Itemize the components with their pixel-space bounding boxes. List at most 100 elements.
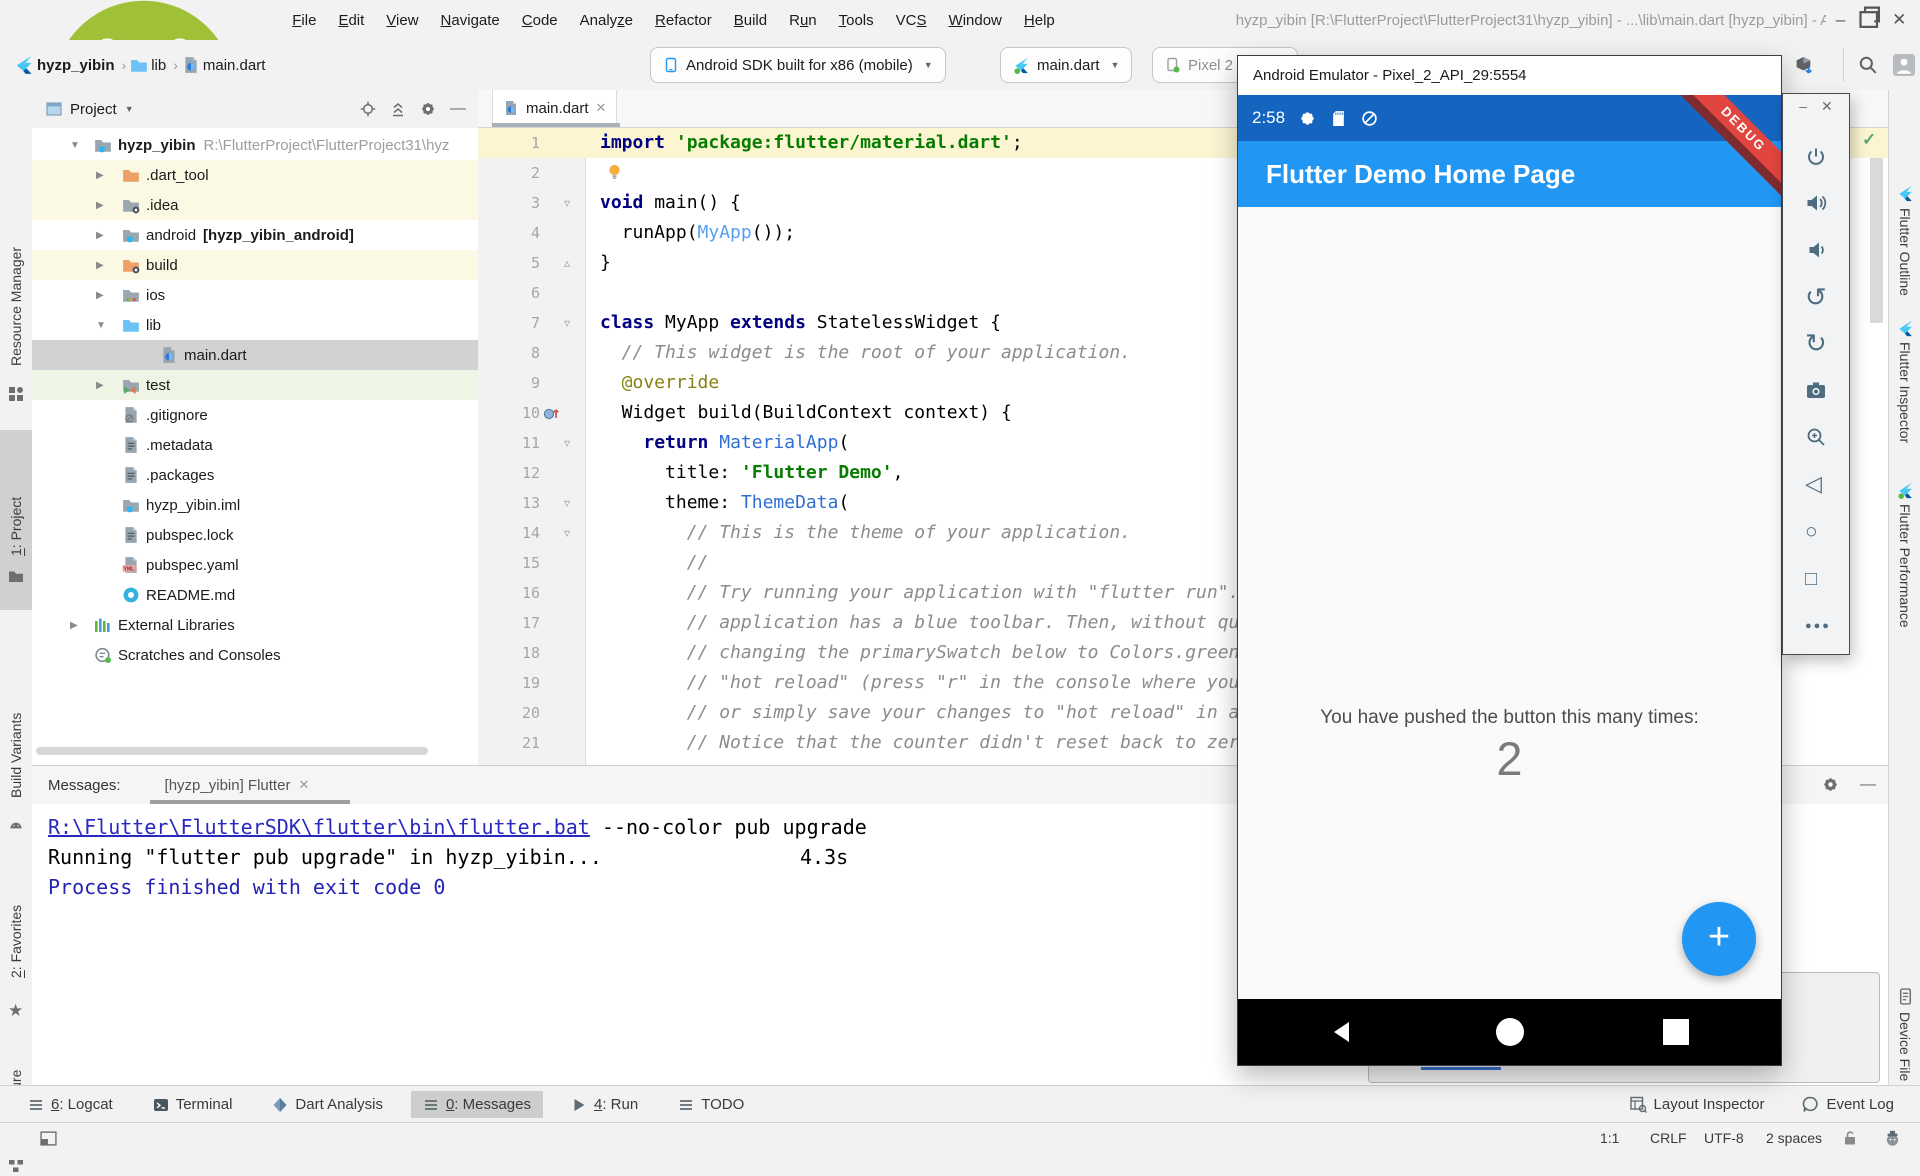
tree-item-main.dart[interactable]: main.dart bbox=[32, 340, 478, 370]
toolwindow-button-4-run[interactable]: 4: Run bbox=[559, 1091, 650, 1118]
menu-navigate[interactable]: Navigate bbox=[430, 12, 511, 29]
emulator-volume-down-button[interactable] bbox=[1783, 239, 1849, 261]
tree-item-.dart-tool[interactable]: ▶.dart_tool bbox=[32, 160, 478, 190]
expand-arrow-icon[interactable]: ▶ bbox=[70, 620, 78, 631]
tree-item-pubspec.lock[interactable]: pubspec.lock bbox=[32, 520, 478, 550]
emulator-rotate-left-button[interactable]: ↺ bbox=[1783, 286, 1849, 308]
menu-edit[interactable]: Edit bbox=[327, 12, 375, 29]
breadcrumb-folder[interactable]: lib bbox=[151, 57, 166, 74]
menu-build[interactable]: Build bbox=[723, 12, 778, 29]
tool-strip-1-project[interactable]: 1: Project bbox=[0, 440, 32, 556]
emulator-rotate-right-button[interactable]: ↻ bbox=[1783, 332, 1849, 354]
tool-strip-build-variants[interactable]: Build Variants bbox=[0, 698, 32, 798]
close-icon[interactable]: ✕ bbox=[596, 100, 607, 116]
fab-increment-button[interactable]: + bbox=[1682, 902, 1756, 976]
emulator-close-button[interactable]: ✕ bbox=[1821, 98, 1833, 115]
emulator-minimize-button[interactable]: – bbox=[1799, 98, 1807, 115]
tree-item-.packages[interactable]: .packages bbox=[32, 460, 478, 490]
popup-link-fragment[interactable] bbox=[1421, 1067, 1501, 1070]
window-maximize-button[interactable] bbox=[1855, 3, 1884, 37]
console-link[interactable]: R:\Flutter\FlutterSDK\flutter\bin\flutte… bbox=[48, 815, 590, 839]
fold-marker-icon[interactable]: ▿ bbox=[564, 428, 570, 458]
status-2-spaces[interactable]: 2 spaces bbox=[1766, 1130, 1822, 1146]
project-panel-title[interactable]: Project bbox=[70, 101, 117, 118]
tree-item-pubspec.yaml[interactable]: YMLpubspec.yaml bbox=[32, 550, 478, 580]
tab-main-dart[interactable]: main.dart ✕ bbox=[492, 90, 617, 126]
menu-tools[interactable]: Tools bbox=[828, 12, 885, 29]
messages-flutter-tab[interactable]: [hyzp_yibin] Flutter ✕ bbox=[165, 777, 310, 794]
expand-arrow-icon[interactable]: ▶ bbox=[96, 380, 104, 391]
fold-marker-icon[interactable]: ▿ bbox=[564, 188, 570, 218]
gear-icon[interactable] bbox=[1822, 776, 1839, 793]
window-close-button[interactable]: ✕ bbox=[1885, 10, 1914, 30]
expand-arrow-icon[interactable]: ▶ bbox=[96, 200, 104, 211]
tree-item-build[interactable]: ▶"100%">ight="100%">build bbox=[32, 250, 478, 280]
gear-icon[interactable] bbox=[420, 101, 436, 117]
device-selector-dropdown[interactable]: Android SDK built for x86 (mobile) ▼ bbox=[650, 47, 946, 83]
sdk-manager-icon[interactable] bbox=[1795, 56, 1814, 75]
expand-arrow-icon[interactable]: ▶ bbox=[96, 290, 104, 301]
tool-strip-2-favorites[interactable]: 2: Favorites bbox=[0, 878, 32, 978]
emulator-back-button[interactable]: ◁ bbox=[1783, 473, 1849, 495]
menu-file[interactable]: File bbox=[281, 12, 327, 29]
tree-item-readme.md[interactable]: README.md bbox=[32, 580, 478, 610]
expand-arrow-icon[interactable]: ▶ bbox=[96, 260, 104, 271]
tool-strip-flutter-inspector[interactable]: Flutter Inspector bbox=[1889, 342, 1920, 470]
search-icon[interactable] bbox=[1858, 55, 1878, 75]
hide-panel-icon[interactable]: — bbox=[1860, 776, 1876, 794]
breadcrumb-project[interactable]: hyzp_yibin bbox=[37, 57, 115, 74]
toolwindow-button-6-logcat[interactable]: 6: Logcat bbox=[16, 1091, 125, 1118]
tool-strip-flutter-outline[interactable]: Flutter Outline bbox=[1889, 208, 1920, 308]
emulator-zoom-button[interactable] bbox=[1783, 426, 1849, 448]
tool-strip-resource-manager[interactable]: Resource Manager bbox=[0, 194, 32, 366]
menu-analyze[interactable]: Analyze bbox=[569, 12, 644, 29]
toolwindow-button-dart-analysis[interactable]: Dart Analysis bbox=[260, 1091, 395, 1118]
tree-item-.metadata[interactable]: .metadata bbox=[32, 430, 478, 460]
emulator-screenshot-button[interactable] bbox=[1783, 379, 1849, 401]
tree-item-hyzp-yibin[interactable]: ▼"100%">hyzp_yibinR:\FlutterProject\Flut… bbox=[32, 130, 478, 160]
toolwindow-button-terminal[interactable]: Terminal bbox=[141, 1091, 245, 1118]
avatar[interactable] bbox=[1893, 54, 1915, 76]
menu-vcs[interactable]: VCS bbox=[885, 12, 938, 29]
fold-marker-icon[interactable]: ▵ bbox=[564, 248, 570, 278]
emulator-title-bar[interactable]: Android Emulator - Pixel_2_API_29:5554 bbox=[1238, 56, 1781, 95]
emulator-overview-button[interactable]: □ bbox=[1783, 568, 1849, 590]
nav-home-icon[interactable] bbox=[1496, 1018, 1524, 1046]
inspection-ok-icon[interactable]: ✓ bbox=[1862, 130, 1876, 150]
status-1-1[interactable]: 1:1 bbox=[1600, 1130, 1619, 1146]
tree-item-test[interactable]: ▶"100%">test bbox=[32, 370, 478, 400]
status-crlf[interactable]: CRLF bbox=[1650, 1130, 1687, 1146]
run-config-dropdown[interactable]: main.dart ▼ bbox=[1000, 47, 1132, 83]
tree-item-external-libraries[interactable]: ▶External Libraries bbox=[32, 610, 478, 640]
intention-bulb-icon[interactable] bbox=[606, 163, 623, 180]
tool-strip-flutter-performance[interactable]: Flutter Performance bbox=[1889, 504, 1920, 646]
statusbar-button-layout-inspector[interactable]: Layout Inspector bbox=[1618, 1091, 1777, 1118]
menu-code[interactable]: Code bbox=[511, 12, 569, 29]
tree-item-.gitignore[interactable]: .gitignore bbox=[32, 400, 478, 430]
menu-refactor[interactable]: Refactor bbox=[644, 12, 723, 29]
emulator-volume-up-button[interactable] bbox=[1783, 192, 1849, 214]
collapse-arrow-icon[interactable]: ▼ bbox=[70, 140, 80, 151]
status-utf-8[interactable]: UTF-8 bbox=[1704, 1130, 1744, 1146]
tree-item-ios[interactable]: ▶"100%">ios bbox=[32, 280, 478, 310]
window-minimize-button[interactable]: – bbox=[1826, 10, 1855, 30]
toolwindow-button-todo[interactable]: TODO bbox=[666, 1091, 756, 1118]
menu-view[interactable]: View bbox=[375, 12, 429, 29]
menu-help[interactable]: Help bbox=[1013, 12, 1066, 29]
locate-file-icon[interactable] bbox=[360, 101, 376, 117]
nav-overview-icon[interactable] bbox=[1663, 1019, 1689, 1045]
collapse-arrow-icon[interactable]: ▼ bbox=[96, 320, 106, 331]
tree-item-.idea[interactable]: ▶"100%">ight="100%">.idea bbox=[32, 190, 478, 220]
inspections-hector-icon[interactable] bbox=[1884, 1130, 1901, 1147]
toolwindow-button-0-messages[interactable]: 0: Messages bbox=[411, 1091, 543, 1118]
collapse-all-icon[interactable] bbox=[390, 101, 406, 117]
tree-item-scratches-and-consoles[interactable]: Scratches and Consoles bbox=[32, 640, 478, 670]
emulator-power-button[interactable] bbox=[1783, 146, 1849, 168]
tree-item-android[interactable]: ▶"100%">android[hyzp_yibin_android] bbox=[32, 220, 478, 250]
breadcrumb-file[interactable]: main.dart bbox=[203, 57, 266, 74]
tool-window-toggle-icon[interactable] bbox=[40, 1130, 57, 1147]
emulator-home-button[interactable]: ○ bbox=[1783, 521, 1849, 543]
tree-item-lib[interactable]: ▼lib bbox=[32, 310, 478, 340]
hide-panel-icon[interactable]: — bbox=[450, 100, 466, 118]
fold-marker-icon[interactable]: ▿ bbox=[564, 488, 570, 518]
